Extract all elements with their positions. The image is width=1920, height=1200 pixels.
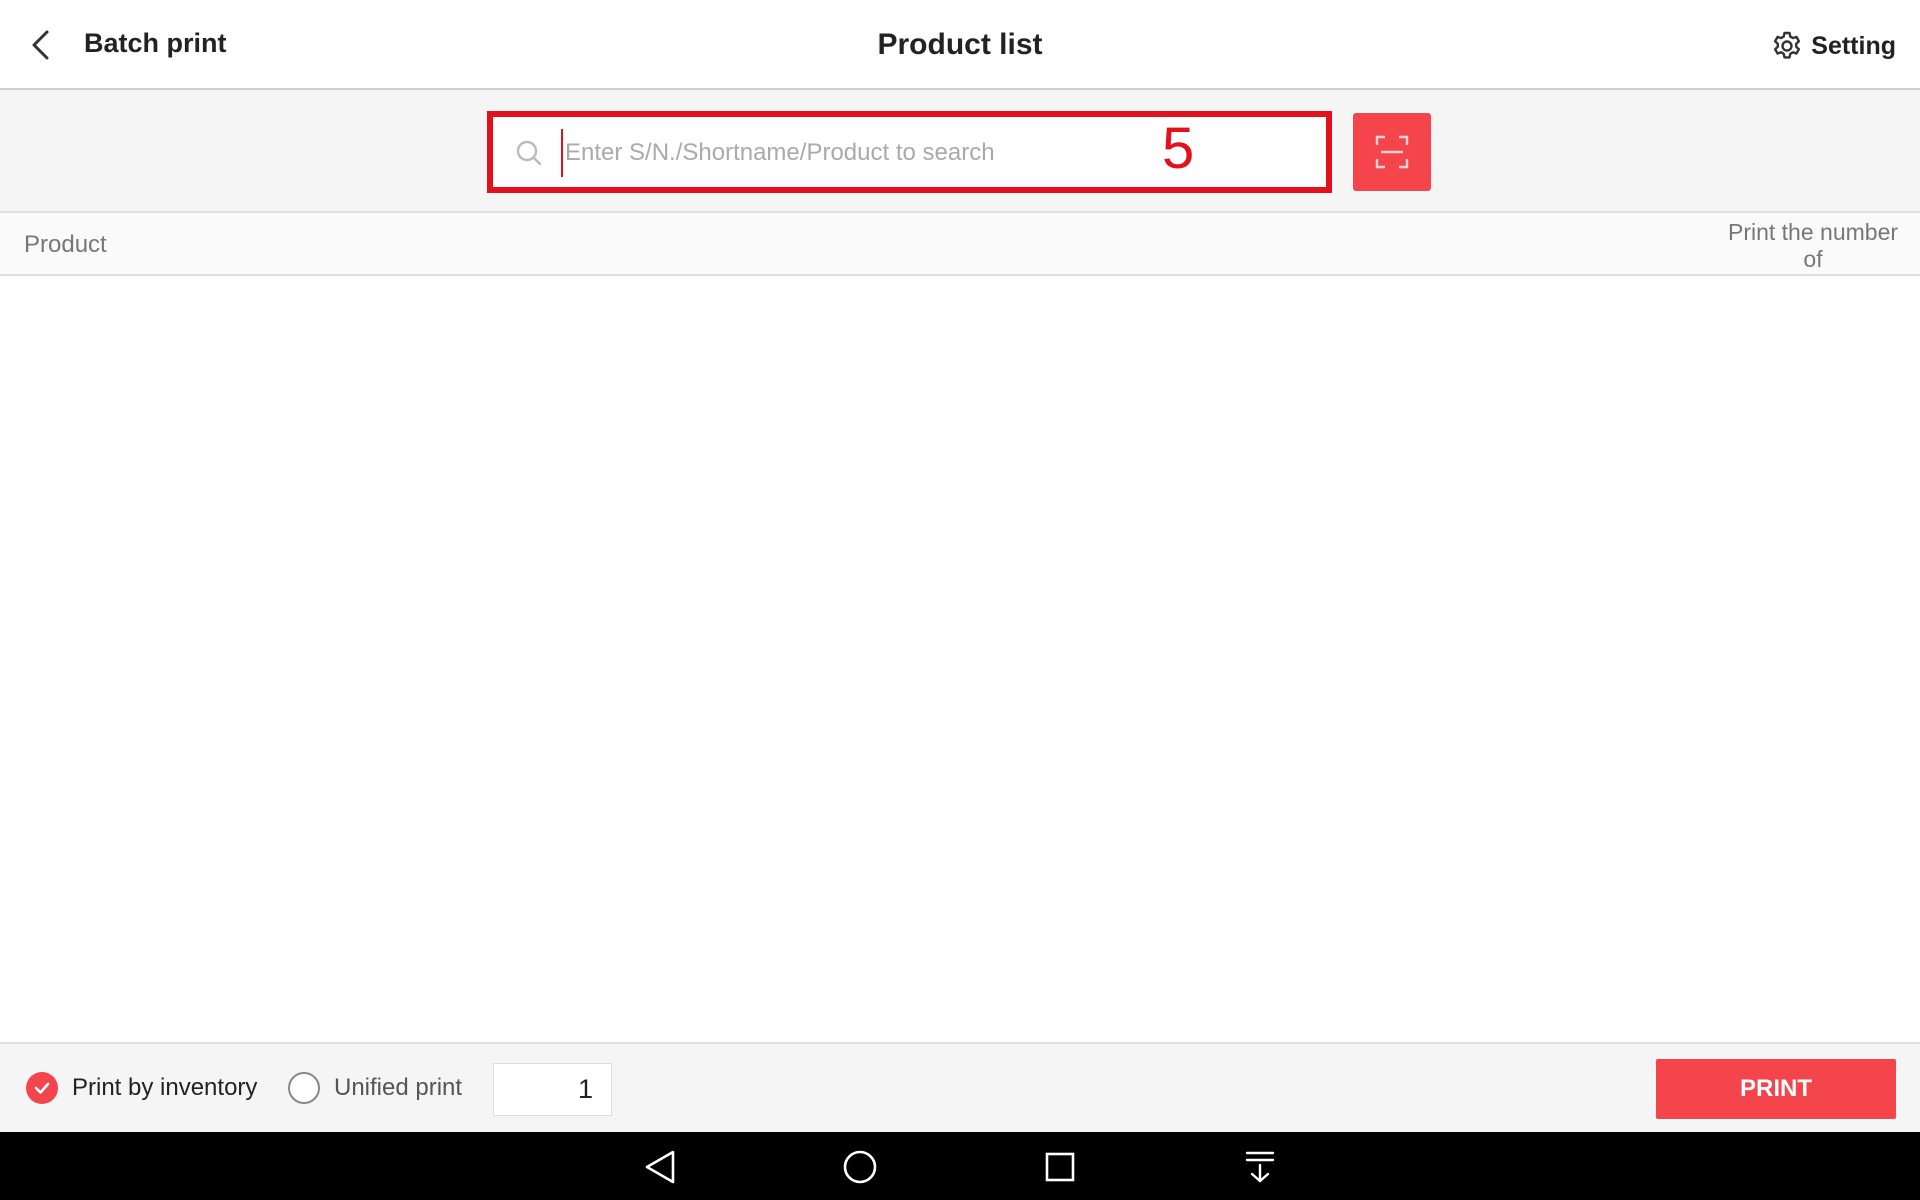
search-bar: 5	[0, 90, 1920, 213]
unified-print-option[interactable]: Unified print	[288, 1072, 462, 1104]
setting-label: Setting	[1811, 31, 1896, 60]
gear-icon	[1774, 31, 1801, 59]
notification-pull-icon	[1245, 1151, 1275, 1183]
step-number-annotation: 5	[1162, 116, 1195, 181]
setting-button[interactable]: Setting	[1771, 26, 1896, 66]
print-by-inventory-option[interactable]: Print by inventory	[26, 1072, 257, 1104]
table-header: Product Print the number of	[0, 213, 1920, 276]
checkmark-icon	[34, 1082, 50, 1094]
scan-icon	[1375, 135, 1409, 169]
home-circle-icon	[843, 1150, 877, 1184]
chevron-left-icon	[32, 30, 49, 60]
recents-square-icon	[1045, 1152, 1075, 1182]
nav-notification-button[interactable]	[1235, 1142, 1285, 1192]
scan-button[interactable]	[1353, 113, 1431, 191]
nav-back-button[interactable]	[635, 1142, 685, 1192]
quantity-input[interactable]	[493, 1063, 612, 1116]
radio-checked-icon[interactable]	[26, 1072, 58, 1104]
radio-unchecked-icon[interactable]	[288, 1072, 320, 1104]
back-triangle-icon	[645, 1150, 675, 1184]
back-label[interactable]: Batch print	[84, 28, 227, 59]
print-by-inventory-label: Print by inventory	[72, 1074, 258, 1101]
unified-print-label: Unified print	[334, 1074, 463, 1101]
search-box[interactable]	[487, 111, 1332, 193]
nav-recents-button[interactable]	[1035, 1142, 1085, 1192]
column-header-product: Product	[24, 231, 107, 258]
search-icon	[516, 140, 542, 166]
page-title: Product list	[877, 28, 1043, 61]
bottom-toolbar: Print by inventory Unified print PRINT	[0, 1042, 1920, 1132]
nav-home-button[interactable]	[835, 1142, 885, 1192]
print-button[interactable]: PRINT	[1656, 1059, 1896, 1119]
back-button[interactable]	[18, 22, 64, 68]
product-list	[0, 276, 1920, 1042]
system-navigation-bar	[0, 1132, 1920, 1200]
top-app-bar: Batch print Product list Setting	[0, 0, 1920, 90]
column-header-print-count: Print the number of	[1727, 219, 1899, 272]
